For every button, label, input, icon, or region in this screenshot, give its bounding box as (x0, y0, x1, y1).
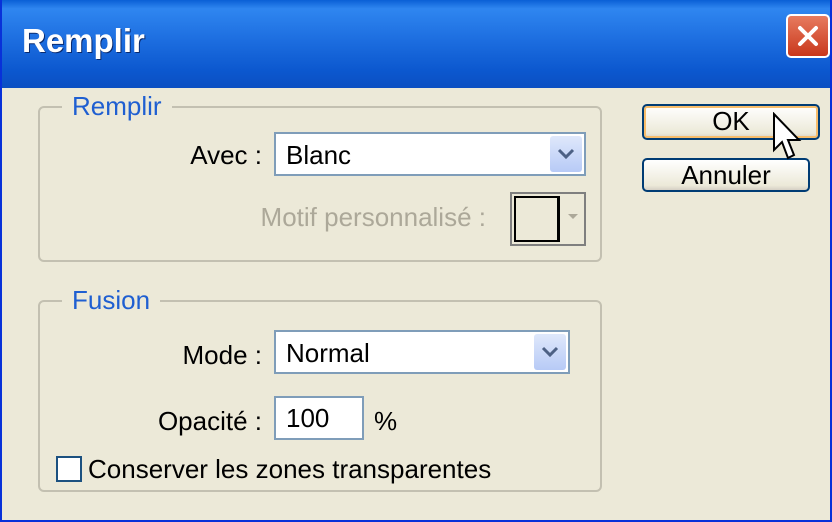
with-label: Avec : (190, 140, 262, 170)
custom-pattern-picker[interactable] (510, 192, 586, 246)
mode-select[interactable]: Normal (274, 330, 570, 374)
mode-select-value: Normal (286, 338, 370, 368)
opacity-unit: % (374, 406, 398, 436)
with-select-value: Blanc (286, 140, 352, 170)
pattern-swatch (514, 196, 560, 242)
fill-dialog: Remplir Remplir Avec : Blanc Motif perso… (0, 0, 832, 522)
with-select[interactable]: Blanc (274, 132, 586, 176)
opacity-label: Opacité : (157, 406, 262, 436)
cancel-button[interactable]: Annuler (642, 158, 810, 192)
pattern-label: Motif personnalisé : (260, 202, 486, 232)
chevron-down-icon (557, 148, 575, 160)
title-bar[interactable]: Remplir (2, 0, 830, 88)
close-icon (798, 26, 818, 46)
mode-select-dropdown-button[interactable] (534, 334, 566, 370)
preserve-transparency-label[interactable]: Conserver les zones transparentes (88, 454, 491, 485)
close-button[interactable] (786, 14, 830, 58)
fill-group-legend: Remplir (62, 92, 172, 120)
opacity-input[interactable] (274, 396, 364, 440)
preserve-transparency-checkbox[interactable] (56, 456, 82, 482)
pattern-dropdown-icon (568, 214, 578, 219)
chevron-down-icon (541, 346, 559, 358)
blend-group-legend: Fusion (62, 286, 161, 314)
with-select-dropdown-button[interactable] (550, 136, 582, 172)
mouse-cursor-icon (773, 112, 802, 160)
dialog-title: Remplir (22, 22, 145, 59)
mode-label: Mode : (182, 340, 263, 370)
